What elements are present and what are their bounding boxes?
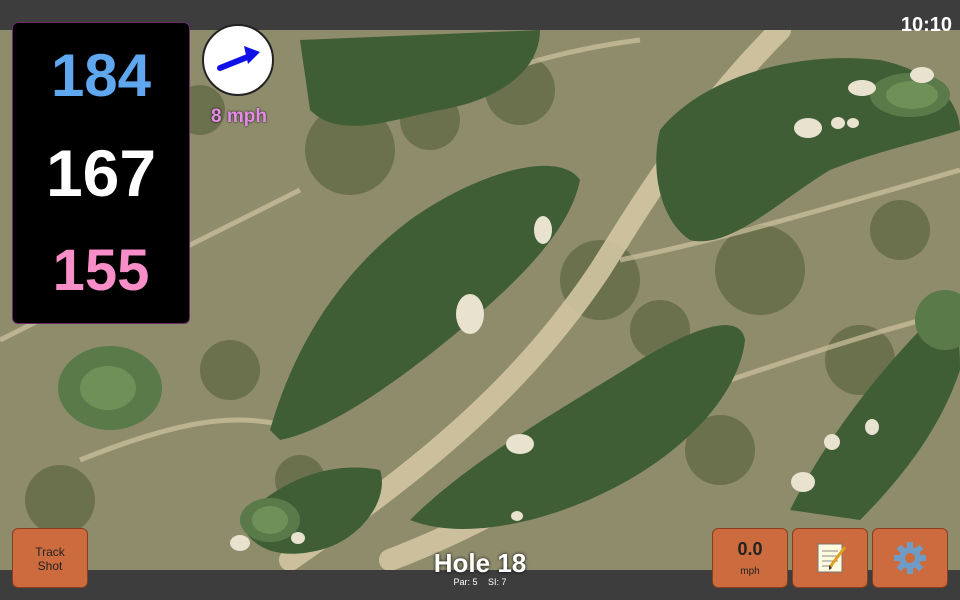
front-distance: 155 [52, 238, 150, 303]
speed-unit: mph [740, 566, 760, 577]
hole-stroke-index: SI: 7 [488, 577, 507, 587]
settings-button[interactable] [872, 528, 948, 588]
notepad-icon [817, 543, 847, 573]
track-shot-button[interactable]: Track Shot [12, 528, 88, 588]
wind-indicator [202, 24, 274, 96]
hole-par: Par: 5 [453, 577, 478, 587]
notes-button[interactable] [792, 528, 868, 588]
middle-distance: 167 [45, 136, 157, 210]
track-shot-label-line1: Track [35, 545, 65, 559]
track-shot-label-line2: Shot [37, 559, 63, 573]
distance-panel: 184 167 155 [12, 22, 190, 324]
hole-info: Par: 5 SI: 7 [380, 577, 580, 587]
hole-title: Hole 18 [433, 548, 527, 578]
wind-speed-label: 8 mph [211, 106, 267, 127]
speed-button[interactable]: 0.0 mph [712, 528, 788, 588]
wind-arrow-icon [217, 46, 260, 71]
speed-value: 0.0 [737, 539, 763, 559]
back-distance: 184 [50, 42, 152, 109]
gear-icon [894, 542, 926, 574]
clock: 10:10 [900, 14, 952, 36]
